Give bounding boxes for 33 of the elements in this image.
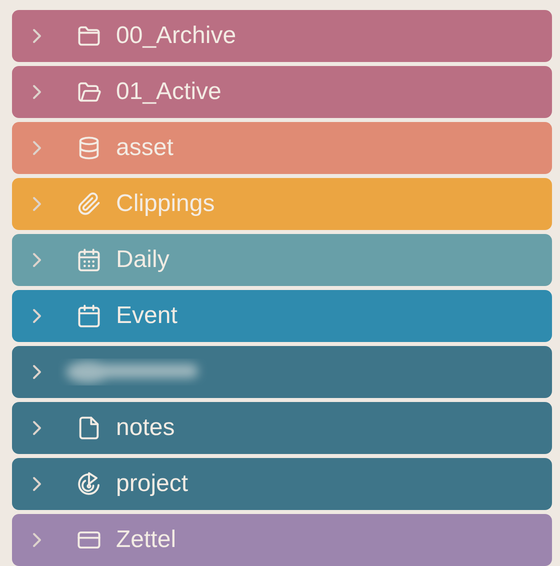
chevron-icon[interactable] (31, 84, 43, 100)
paperclip-icon (76, 191, 102, 217)
folder-row[interactable]: Zettel (12, 514, 552, 566)
folder-row[interactable]: Clippings (12, 178, 552, 230)
folder-label: Event (116, 302, 178, 330)
folder-row[interactable]: 01_Active (12, 66, 552, 118)
folder-label: 01_Active (116, 78, 222, 106)
chevron-icon[interactable] (31, 308, 43, 324)
chevron-icon[interactable] (31, 476, 43, 492)
folder-row[interactable]: 00_Archive (12, 10, 552, 62)
target-icon (76, 471, 102, 497)
folder-row[interactable]: notes (12, 402, 552, 454)
folder-label: notes (116, 414, 175, 442)
folder-row[interactable]: asset (12, 122, 552, 174)
folder-label: Clippings (116, 190, 215, 218)
calendar-grid-icon (76, 247, 102, 273)
chevron-icon[interactable] (31, 364, 43, 380)
folder-label: 00_Archive (116, 22, 236, 50)
folder-row[interactable]: Daily (12, 234, 552, 286)
folder-label: Zettel (116, 526, 176, 554)
calendar-icon (76, 303, 102, 329)
folder-label: project (116, 470, 188, 498)
folder-row[interactable]: project (12, 458, 552, 510)
chevron-icon[interactable] (31, 28, 43, 44)
chevron-icon[interactable] (31, 532, 43, 548)
folder-row[interactable] (12, 346, 552, 398)
folder-label: asset (116, 134, 174, 162)
folder-row[interactable]: Event (12, 290, 552, 342)
chevron-icon[interactable] (31, 196, 43, 212)
chevron-icon[interactable] (31, 140, 43, 156)
chevron-icon[interactable] (31, 420, 43, 436)
chevron-icon[interactable] (31, 252, 43, 268)
folder-label: Daily (116, 246, 170, 274)
